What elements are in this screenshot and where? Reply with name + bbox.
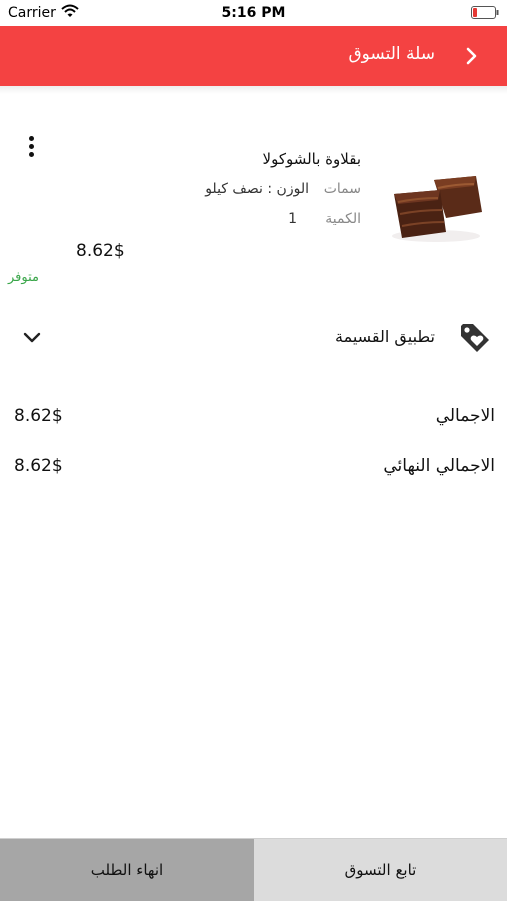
battery-icon: [471, 6, 499, 19]
attributes-label: سمات: [323, 181, 361, 197]
item-price: 8.62$: [76, 241, 125, 261]
app-header: سلة التسوق: [0, 26, 507, 86]
header-shadow: [0, 86, 507, 94]
availability-status: متوفر: [8, 270, 39, 285]
status-time: 5:16 PM: [221, 5, 286, 21]
subtotal-value: 8.62$: [14, 406, 63, 426]
grand-total-label: الاجمالي النهائي: [383, 456, 495, 476]
page-title: سلة التسوق: [348, 44, 435, 64]
status-bar: Carrier 5:16 PM: [0, 0, 507, 26]
continue-shopping-button[interactable]: تابع التسوق: [254, 839, 507, 901]
coupon-label: تطبيق القسيمة: [334, 327, 435, 346]
product-image[interactable]: [388, 164, 484, 244]
apply-coupon-row[interactable]: تطبيق القسيمة: [0, 318, 507, 358]
grand-total-value: 8.62$: [14, 456, 63, 476]
subtotal-label: الاجمالي: [435, 406, 495, 426]
grand-total-row: الاجمالي النهائي 8.62$: [0, 452, 507, 482]
tag-icon: [461, 324, 489, 352]
cart-item: بقلاوة بالشوكولا سمات الوزن : نصف كيلو ا…: [0, 94, 507, 304]
quantity-value: 1: [288, 211, 297, 227]
footer-actions: انهاء الطلب تابع التسوق: [0, 838, 507, 901]
attributes-value: الوزن : نصف كيلو: [205, 181, 309, 197]
checkout-button[interactable]: انهاء الطلب: [0, 839, 254, 901]
chevron-down-icon[interactable]: [22, 330, 42, 346]
chevron-right-icon[interactable]: [459, 44, 483, 68]
quantity-label: الكمية: [325, 211, 361, 227]
more-vertical-icon[interactable]: [24, 136, 38, 162]
product-name: بقلاوة بالشوكولا: [262, 150, 361, 168]
subtotal-row: الاجمالي 8.62$: [0, 402, 507, 432]
